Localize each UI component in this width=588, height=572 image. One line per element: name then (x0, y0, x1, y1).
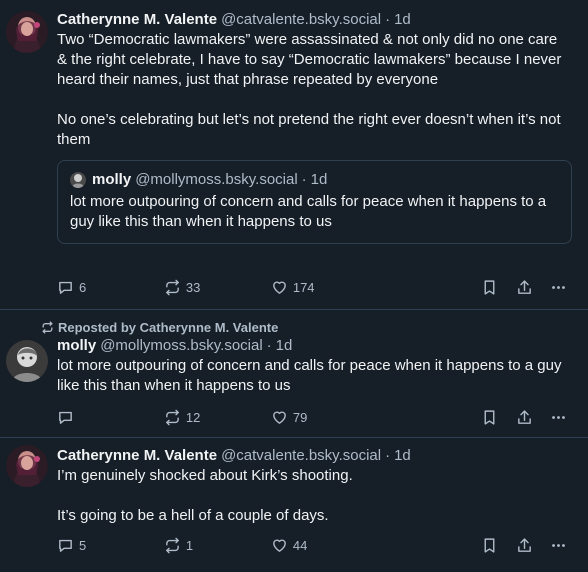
author-name[interactable]: Catherynne M. Valente (57, 10, 217, 30)
like-count: 79 (292, 409, 308, 425)
more-button[interactable] (550, 537, 572, 554)
share-icon (518, 279, 532, 294)
bookmark-icon (484, 409, 495, 425)
reply-button[interactable]: 5 (57, 537, 164, 554)
share-button[interactable] (516, 409, 550, 426)
bookmark-button[interactable] (481, 537, 517, 554)
reply-count: 5 (79, 537, 87, 553)
repost-count: 12 (185, 409, 201, 425)
separator: · (266, 337, 272, 354)
post-actions: 12 79 (57, 406, 572, 428)
post-actions: 5 1 44 (57, 534, 572, 556)
more-button[interactable] (550, 409, 572, 426)
repost-indicator[interactable]: Reposted by Catherynne M. Valente (41, 318, 572, 336)
post-actions: 6 33 174 (57, 276, 572, 298)
like-count: 44 (292, 537, 308, 553)
separator: · (385, 447, 391, 464)
post-header: Catherynne M. Valente @catvalente.bsky.s… (57, 10, 572, 30)
post-text: lot more outpouring of concern and calls… (57, 357, 562, 394)
repost-button[interactable]: 1 (164, 537, 271, 554)
share-button[interactable] (516, 537, 550, 554)
quote-time: 1d (310, 171, 328, 188)
quote-avatar (70, 172, 86, 188)
quote-text: lot more outpouring of concern and calls… (70, 193, 547, 230)
reply-icon (59, 281, 72, 294)
quote-header: molly @mollymoss.bsky.social · 1d (70, 170, 561, 190)
like-button[interactable]: 174 (271, 279, 481, 296)
repost-icon (166, 537, 179, 553)
reply-button[interactable]: 6 (57, 279, 164, 296)
post-paragraph: Two “Democratic lawmakers” were assassin… (57, 31, 562, 88)
share-icon (518, 537, 532, 552)
share-icon (518, 409, 532, 424)
repost-label: Reposted by Catherynne M. Valente (58, 319, 279, 335)
repost-icon (166, 409, 179, 425)
post-text: Two “Democratic lawmakers” were assassin… (57, 30, 569, 150)
post-time[interactable]: 1d (276, 336, 293, 356)
quote-author-handle: @mollymoss.bsky.social (135, 171, 298, 188)
post[interactable]: Catherynne M. Valente @catvalente.bsky.s… (0, 0, 588, 310)
bookmark-icon (484, 537, 495, 553)
post-time[interactable]: 1d (394, 10, 411, 30)
post-text: I’m genuinely shocked about Kirk’s shoot… (57, 466, 569, 526)
share-button[interactable] (516, 279, 550, 296)
quote-author-name: molly (92, 171, 132, 188)
more-icon (552, 285, 565, 289)
like-button[interactable]: 79 (271, 409, 481, 426)
bookmark-button[interactable] (481, 279, 517, 296)
post-paragraph: It’s going to be a hell of a couple of d… (57, 507, 329, 524)
author-handle[interactable]: @mollymoss.bsky.social (100, 336, 262, 356)
post[interactable]: Reposted by Catherynne M. Valente molly … (0, 310, 588, 438)
author-name[interactable]: Catherynne M. Valente (57, 446, 217, 466)
author-name[interactable]: molly (57, 336, 96, 356)
like-button[interactable]: 44 (271, 537, 481, 554)
avatar[interactable] (6, 11, 48, 53)
reply-icon (59, 539, 72, 552)
reply-button[interactable] (57, 409, 164, 426)
author-handle[interactable]: @catvalente.bsky.social (221, 446, 381, 466)
separator: · (301, 171, 307, 188)
more-button[interactable] (550, 279, 572, 296)
repost-button[interactable]: 33 (164, 279, 271, 296)
bookmark-icon (484, 279, 495, 295)
feed: Catherynne M. Valente @catvalente.bsky.s… (0, 0, 588, 572)
more-icon (552, 543, 565, 547)
post-paragraph: I’m genuinely shocked about Kirk’s shoot… (57, 467, 353, 484)
repost-button[interactable]: 12 (164, 409, 271, 426)
author-handle[interactable]: @catvalente.bsky.social (221, 10, 381, 30)
like-icon (272, 539, 286, 552)
post-header: Catherynne M. Valente @catvalente.bsky.s… (57, 446, 572, 466)
like-icon (272, 281, 286, 294)
post-paragraph: No one’s celebrating but let’s not prete… (57, 111, 561, 148)
repost-icon (166, 279, 179, 295)
reply-count: 6 (79, 279, 87, 295)
repost-icon (42, 320, 53, 334)
more-icon (552, 415, 565, 419)
repost-count: 33 (185, 279, 201, 295)
reply-icon (59, 411, 72, 424)
avatar[interactable] (6, 340, 48, 382)
post-header: molly @mollymoss.bsky.social · 1d (57, 336, 572, 356)
like-icon (272, 411, 286, 424)
post[interactable]: Catherynne M. Valente @catvalente.bsky.s… (0, 438, 588, 572)
avatar[interactable] (6, 445, 48, 487)
separator: · (385, 11, 391, 28)
repost-count: 1 (185, 537, 194, 553)
quote-post[interactable]: molly @mollymoss.bsky.social · 1d lot mo… (57, 160, 572, 244)
post-time[interactable]: 1d (394, 446, 411, 466)
like-count: 174 (292, 279, 315, 295)
bookmark-button[interactable] (481, 409, 517, 426)
